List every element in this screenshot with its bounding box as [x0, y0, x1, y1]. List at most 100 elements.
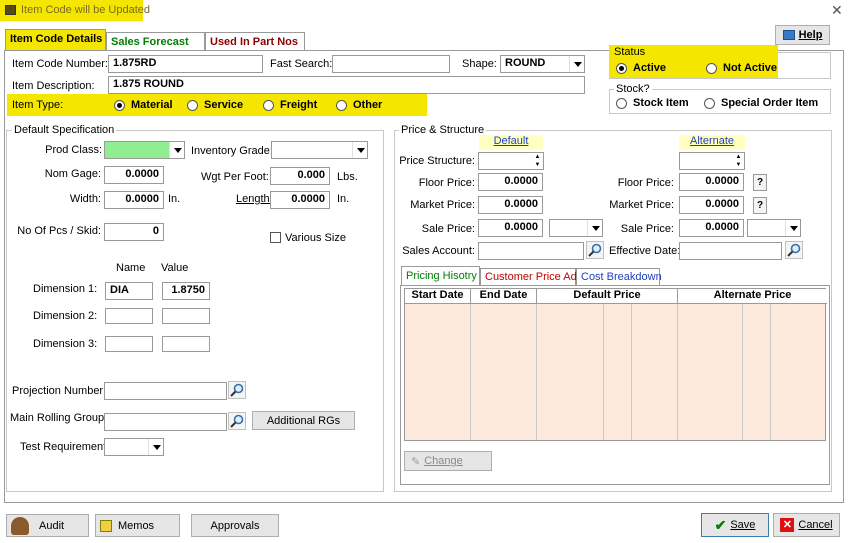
chevron-down-icon[interactable] [169, 142, 184, 158]
tab-cost-breakdown[interactable]: Cost Breakdown [576, 268, 662, 286]
approvals-button[interactable]: Approvals [191, 514, 279, 537]
tab-customer-price-adj[interactable]: Customer Price Adj [480, 268, 579, 286]
wgt-per-foot-input[interactable]: 0.000 [270, 167, 330, 185]
pcs-per-skid-input[interactable]: 0 [104, 223, 164, 241]
chevron-down-icon[interactable] [352, 142, 367, 158]
grid-column [678, 304, 743, 440]
item-type-label: Item Type: [12, 99, 64, 111]
close-icon[interactable]: ✕ [831, 2, 843, 19]
width-unit: In. [168, 193, 181, 205]
effective-date-search-icon[interactable] [785, 241, 803, 259]
grid-column [743, 304, 771, 440]
default-price-structure-input[interactable]: ▲ ▼ [478, 152, 544, 170]
alternate-sale-price-unit-select[interactable] [747, 219, 801, 237]
width-input[interactable]: 0.0000 [104, 191, 164, 209]
tab-pricing-history[interactable]: Pricing Hisotry [401, 266, 480, 287]
alternate-floor-help-icon[interactable]: ? [753, 174, 767, 191]
chevron-down-icon[interactable] [569, 56, 584, 72]
rolling-group-search-icon[interactable] [228, 412, 246, 430]
window-title: Item Code will be Updated [21, 4, 151, 16]
tab-sales-forecast[interactable]: Sales Forecast [106, 32, 205, 51]
alternate-sale-price-input[interactable]: 0.0000 [679, 219, 744, 237]
grid-header-default-price[interactable]: Default Price [537, 289, 678, 303]
cancel-button[interactable]: ✕ Cancel [773, 513, 840, 537]
test-requirement-select[interactable] [104, 438, 164, 456]
app-icon [5, 5, 16, 15]
item-type-service[interactable]: Service [187, 99, 243, 111]
spinner-icon[interactable]: ▲ ▼ [733, 153, 744, 169]
save-button[interactable]: ✔ Save [701, 513, 769, 537]
item-type-material[interactable]: Material [114, 99, 173, 111]
default-specification-title: Default Specification [12, 124, 117, 136]
dimension-2-value[interactable] [162, 308, 210, 324]
grid-header-alternate-price[interactable]: Alternate Price [678, 289, 827, 303]
test-requirement-label: Test Requirement: [20, 441, 110, 453]
help-icon [782, 30, 795, 40]
inventory-grade-label: Inventory Grade: [191, 145, 273, 157]
dimension-2-name[interactable] [105, 308, 153, 324]
prod-class-label: Prod Class: [45, 144, 102, 156]
effective-date-input[interactable] [679, 242, 782, 260]
alternate-price-structure-input[interactable]: ▲ ▼ [679, 152, 745, 170]
shape-select[interactable]: ROUND [500, 55, 585, 73]
default-sale-price-input[interactable]: 0.0000 [478, 219, 543, 237]
memos-button[interactable]: Memos [95, 514, 180, 537]
inventory-grade-select[interactable] [271, 141, 368, 159]
radio-icon [704, 97, 715, 109]
item-type-freight[interactable]: Freight [263, 99, 317, 111]
pcs-per-skid-label: No Of Pcs / Skid: [17, 225, 101, 237]
dimension-1-name[interactable]: DIA [105, 282, 153, 300]
nom-gage-label: Nom Gage: [44, 168, 101, 180]
various-size-label: Various Size [285, 232, 346, 244]
nom-gage-input[interactable]: 0.0000 [104, 166, 164, 184]
dimension-3-value[interactable] [162, 336, 210, 352]
status-active[interactable]: Active [616, 62, 666, 74]
length-input[interactable]: 0.0000 [270, 191, 330, 209]
fast-search-input[interactable] [332, 55, 450, 73]
alternate-floor-price-input[interactable]: 0.0000 [679, 173, 744, 191]
sales-account-search-icon[interactable] [586, 241, 604, 259]
various-size-checkbox[interactable] [270, 232, 281, 243]
special-order-option[interactable]: Special Order Item [704, 97, 818, 109]
spinner-icon[interactable]: ▲ ▼ [532, 153, 543, 169]
projection-number-label: Projection Number: [12, 385, 107, 397]
dimension-3-name[interactable] [105, 336, 153, 352]
projection-search-icon[interactable] [228, 381, 246, 399]
status-not-active[interactable]: Not Active [706, 62, 777, 74]
length-unit: In. [337, 193, 350, 205]
main-rolling-group-input[interactable] [104, 413, 227, 431]
alternate-market-price-input[interactable]: 0.0000 [679, 196, 744, 214]
alternate-market-price-label: Market Price: [609, 199, 674, 211]
grid-header-start-date[interactable]: Start Date [405, 289, 471, 303]
pricing-history-grid[interactable]: Start Date End Date Default Price Altern… [404, 288, 827, 441]
audit-button[interactable]: Audit [6, 514, 89, 537]
change-button[interactable]: ✎ Change [404, 451, 492, 471]
default-floor-price-input[interactable]: 0.0000 [478, 173, 543, 191]
help-button[interactable]: Help [775, 25, 830, 45]
dimension-1-value[interactable]: 1.8750 [162, 282, 210, 300]
tab-used-in-part-nos[interactable]: Used In Part Nos [205, 32, 305, 51]
item-type-other[interactable]: Other [336, 99, 382, 111]
item-description-input[interactable]: 1.875 ROUND [108, 76, 585, 94]
tab-item-code-details[interactable]: Item Code Details [5, 29, 106, 51]
title-bar: Item Code will be Updated ✕ [0, 0, 850, 21]
fast-search-label: Fast Search: [270, 58, 333, 70]
stock-item-option[interactable]: Stock Item [616, 97, 689, 109]
alternate-market-help-icon[interactable]: ? [753, 197, 767, 214]
item-code-input[interactable]: 1.875RD [108, 55, 263, 73]
default-market-price-input[interactable]: 0.0000 [478, 196, 543, 214]
wgt-per-foot-label: Wgt Per Foot: [201, 171, 269, 183]
grid-header-end-date[interactable]: End Date [471, 289, 537, 303]
cancel-icon: ✕ [780, 518, 795, 532]
width-label: Width: [69, 193, 101, 205]
stock-title: Stock? [614, 83, 652, 95]
prod-class-select[interactable] [104, 141, 185, 159]
chevron-down-icon[interactable] [785, 220, 800, 236]
projection-number-input[interactable] [104, 382, 227, 400]
additional-rgs-button[interactable]: Additional RGs [252, 411, 355, 430]
alternate-floor-price-label: Floor Price: [617, 177, 674, 189]
default-sale-price-unit-select[interactable] [549, 219, 603, 237]
sales-account-input[interactable] [478, 242, 584, 260]
chevron-down-icon[interactable] [148, 439, 163, 455]
default-floor-price-label: Floor Price: [418, 177, 475, 189]
